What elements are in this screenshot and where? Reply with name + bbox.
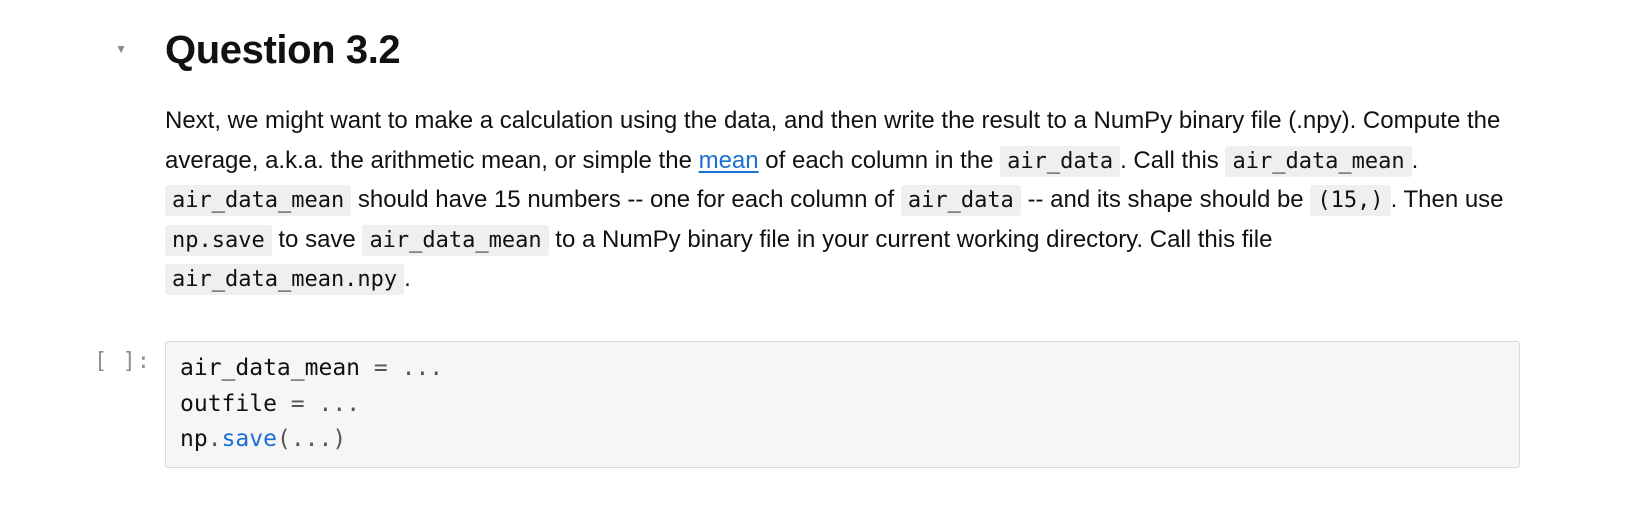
text-fragment: to a NumPy binary file in your current w… [549, 226, 1273, 253]
code-token: . [208, 426, 222, 452]
code-token: ... [402, 355, 444, 381]
text-fragment: of each column in the [759, 147, 1000, 174]
inline-code: air_data_mean [362, 225, 548, 256]
code-token: ) [332, 426, 346, 452]
text-fragment: . Then use [1391, 186, 1504, 213]
text-fragment: . Call this [1120, 147, 1225, 174]
question-heading: Question 3.2 [165, 28, 1520, 73]
inline-code: air_data [901, 185, 1021, 216]
text-fragment: . [404, 265, 411, 292]
text-fragment: -- and its shape should be [1021, 186, 1311, 213]
markdown-cell: ▼ Question 3.2 Next, we might want to ma… [0, 20, 1640, 323]
code-token: np [180, 426, 208, 452]
notebook: ▼ Question 3.2 Next, we might want to ma… [0, 0, 1640, 508]
code-token: = [374, 355, 388, 381]
text-fragment: to save [272, 226, 363, 253]
code-token [388, 355, 402, 381]
question-text: Next, we might want to make a calculatio… [165, 101, 1520, 299]
code-token: ... [291, 426, 333, 452]
collapse-chevron-icon[interactable]: ▼ [115, 42, 127, 56]
text-fragment: should have 15 numbers -- one for each c… [351, 186, 901, 213]
inline-code: air_data_mean [165, 185, 351, 216]
inline-code: air_data [1000, 146, 1120, 177]
code-token: air_data_mean [180, 355, 374, 381]
code-token: save [222, 426, 277, 452]
inline-code: np.save [165, 225, 272, 256]
cell-gutter: ▼ [0, 20, 165, 56]
mean-link[interactable]: mean [699, 147, 759, 174]
code-token: ( [277, 426, 291, 452]
text-fragment: . [1412, 147, 1419, 174]
inline-code: air_data_mean.npy [165, 264, 404, 295]
code-token: ... [319, 391, 361, 417]
inline-code: air_data_mean [1225, 146, 1411, 177]
input-prompt: [ ]: [0, 341, 165, 374]
code-token: = [291, 391, 305, 417]
code-token [305, 391, 319, 417]
code-cell: [ ]: air_data_mean = ... outfile = ... n… [0, 341, 1640, 468]
inline-code: (15,) [1310, 185, 1390, 216]
code-input-area[interactable]: air_data_mean = ... outfile = ... np.sav… [165, 341, 1520, 468]
code-token: outfile [180, 391, 291, 417]
markdown-body: Question 3.2 Next, we might want to make… [165, 20, 1640, 323]
